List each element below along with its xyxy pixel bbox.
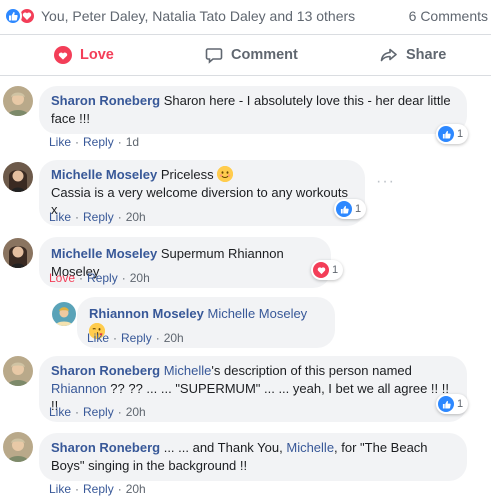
comment-time[interactable]: 20h <box>126 482 146 496</box>
reaction-count: 1 <box>457 128 464 140</box>
comment-time[interactable]: 20h <box>130 271 150 285</box>
comment-button[interactable]: Comment <box>205 36 298 74</box>
reaction-icons <box>4 7 40 25</box>
like-link[interactable]: Like <box>49 135 71 149</box>
avatar[interactable] <box>3 86 33 116</box>
like-reaction-icon <box>438 126 454 142</box>
avatar[interactable] <box>3 432 33 462</box>
avatar[interactable] <box>3 162 33 192</box>
reply-link[interactable]: Reply <box>121 331 152 345</box>
reaction-count: 1 <box>355 203 362 215</box>
reply-link[interactable]: Reply <box>83 210 114 224</box>
comment-bubble: Sharon Roneberg ... ... and Thank You, M… <box>39 433 467 481</box>
love-link[interactable]: Love <box>49 271 75 285</box>
comment-time[interactable]: 20h <box>164 331 184 345</box>
share-button[interactable]: Share <box>380 36 446 74</box>
comment-author[interactable]: Sharon Roneberg <box>51 440 160 455</box>
comment-reaction-badge[interactable]: 1 <box>311 260 344 280</box>
reply-link[interactable]: Reply <box>83 135 114 149</box>
comment-author[interactable]: Michelle Moseley <box>51 246 157 261</box>
mention-link[interactable]: Michelle Moseley <box>207 306 307 321</box>
comment-time[interactable]: 1d <box>126 135 139 149</box>
mention-link[interactable]: Michelle <box>286 440 334 455</box>
mention-link[interactable]: Rhiannon <box>51 381 107 396</box>
like-reaction-icon <box>336 201 352 217</box>
reply-link[interactable]: Reply <box>83 405 114 419</box>
love-button[interactable]: Love <box>54 36 114 74</box>
comment-meta: Love · Reply · 20h <box>49 271 150 285</box>
comment-meta: Like · Reply · 20h <box>49 405 146 419</box>
action-bar: Love Comment Share <box>0 36 491 74</box>
comment-label: Comment <box>231 47 298 63</box>
like-reaction-icon <box>438 396 454 412</box>
comment-meta: Like · Reply · 1d <box>49 135 140 149</box>
love-reaction-icon <box>313 262 329 278</box>
love-icon <box>54 46 72 64</box>
like-link[interactable]: Like <box>87 331 109 345</box>
divider <box>0 34 491 35</box>
comment-meta: Like · Reply · 20h <box>49 210 146 224</box>
comment-reaction-badge[interactable]: 1 <box>436 124 469 144</box>
reply-link[interactable]: Reply <box>83 482 114 496</box>
like-reaction-icon <box>4 7 22 25</box>
comment-author[interactable]: Rhiannon Moseley <box>89 306 204 321</box>
reaction-count: 1 <box>332 264 339 276</box>
comment-reaction-badge[interactable]: 1 <box>334 199 367 219</box>
divider <box>0 75 491 76</box>
comment-author[interactable]: Sharon Roneberg <box>51 363 160 378</box>
reaction-count: 1 <box>457 398 464 410</box>
comment-reaction-badge[interactable]: 1 <box>436 394 469 414</box>
comment-time[interactable]: 20h <box>126 405 146 419</box>
avatar[interactable] <box>3 238 33 268</box>
comment-meta: Like · Reply · 20h <box>87 331 184 345</box>
more-options-icon[interactable]: ··· <box>376 173 395 191</box>
share-label: Share <box>406 47 447 63</box>
comment-author[interactable]: Michelle Moseley <box>51 167 157 182</box>
like-link[interactable]: Like <box>49 405 71 419</box>
like-link[interactable]: Like <box>49 482 71 496</box>
mention-link[interactable]: Michelle <box>164 363 212 378</box>
comment-time[interactable]: 20h <box>126 210 146 224</box>
comment-text-line1: Priceless <box>160 167 214 182</box>
smiling-face-emoji-icon <box>217 166 234 182</box>
avatar[interactable] <box>3 356 33 386</box>
like-link[interactable]: Like <box>49 210 71 224</box>
comment-author[interactable]: Sharon Roneberg <box>51 93 160 108</box>
comment-bubble: Sharon Roneberg Sharon here - I absolute… <box>39 86 467 134</box>
reactions-summary[interactable]: You, Peter Daley, Natalia Tato Daley and… <box>0 0 491 33</box>
reaction-names[interactable]: You, Peter Daley, Natalia Tato Daley and… <box>41 8 355 24</box>
comment-icon <box>205 46 223 64</box>
comment-text: 's description of this person named <box>211 363 412 378</box>
share-icon <box>380 46 398 64</box>
comment-meta: Like · Reply · 20h <box>49 482 146 496</box>
comment-count[interactable]: 6 Comments <box>409 8 488 24</box>
reply-link[interactable]: Reply <box>87 271 118 285</box>
love-label: Love <box>80 47 114 63</box>
comment-text: ... ... and Thank You, <box>163 440 283 455</box>
avatar[interactable] <box>52 302 76 326</box>
